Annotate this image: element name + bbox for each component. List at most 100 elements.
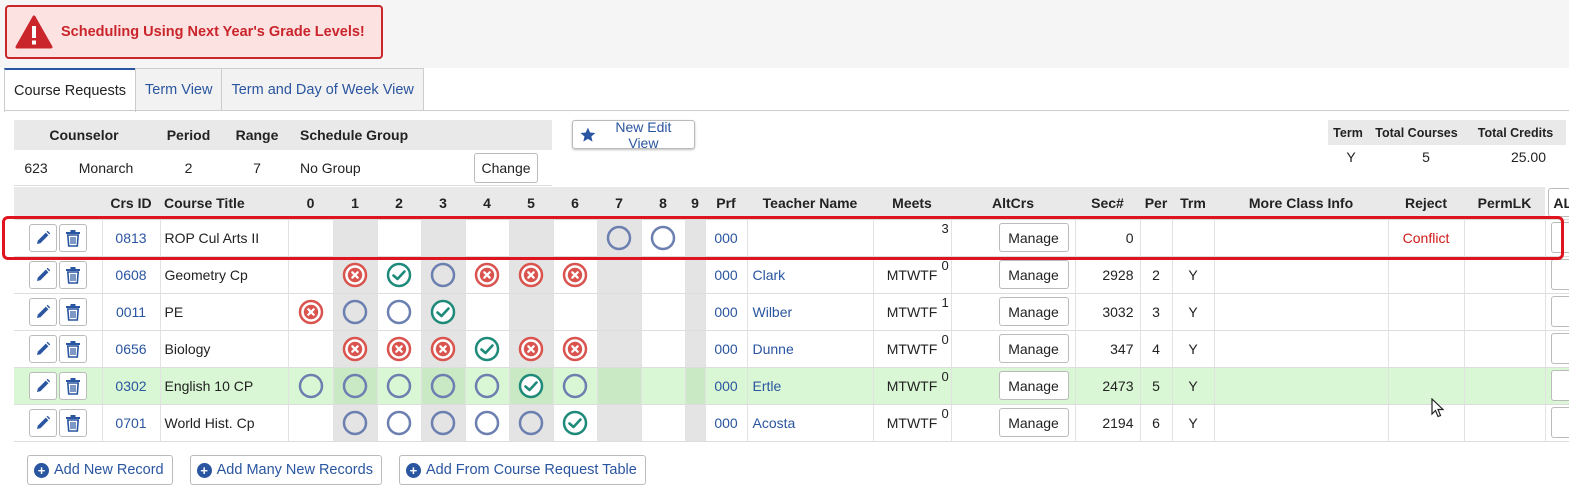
crs-id-link[interactable]: 0011: [102, 293, 161, 331]
open-circle-icon[interactable]: [474, 373, 500, 399]
row-select-box[interactable]: [1551, 296, 1569, 327]
check-circle-icon[interactable]: [474, 336, 500, 362]
x-circle-icon[interactable]: [342, 336, 368, 362]
x-circle-icon[interactable]: [430, 336, 456, 362]
permlk-header: PermLK: [1464, 187, 1545, 220]
edit-button[interactable]: [28, 260, 57, 289]
delete-button[interactable]: [58, 371, 87, 400]
delete-button[interactable]: [58, 297, 87, 326]
prf-link[interactable]: 000: [705, 367, 748, 405]
period-5-slot: [509, 330, 554, 368]
open-circle-icon[interactable]: [342, 299, 368, 325]
period-9-header: 9: [685, 187, 705, 220]
select-all-button[interactable]: ALL: [1548, 188, 1569, 218]
edit-button[interactable]: [28, 334, 57, 363]
open-circle-icon[interactable]: [474, 410, 500, 436]
course-title: ROP Cul Arts II: [160, 219, 289, 257]
row-actions: [14, 293, 103, 331]
period-9-slot: [685, 367, 706, 405]
teacher-name-link[interactable]: Clark: [747, 256, 874, 294]
edit-button[interactable]: [28, 371, 57, 400]
teacher-name-link[interactable]: Dunne: [747, 330, 874, 368]
row-select-box[interactable]: [1551, 370, 1569, 401]
prf-link[interactable]: 000: [705, 404, 748, 442]
x-circle-icon[interactable]: [298, 299, 324, 325]
open-circle-icon[interactable]: [562, 373, 588, 399]
x-circle-icon[interactable]: [562, 336, 588, 362]
open-circle-icon[interactable]: [298, 373, 324, 399]
edit-button[interactable]: [28, 297, 57, 326]
open-circle-icon[interactable]: [430, 410, 456, 436]
manage-button[interactable]: Manage: [998, 408, 1069, 437]
x-circle-icon[interactable]: [518, 262, 544, 288]
edit-button[interactable]: [28, 223, 57, 252]
row-select-box[interactable]: [1551, 259, 1569, 290]
x-circle-icon[interactable]: [386, 336, 412, 362]
delete-button[interactable]: [58, 223, 87, 252]
total-courses-header: Total Courses: [1375, 125, 1458, 140]
check-circle-icon[interactable]: [430, 299, 456, 325]
delete-button[interactable]: [58, 408, 87, 437]
manage-button[interactable]: Manage: [998, 297, 1069, 326]
delete-button[interactable]: [58, 334, 87, 363]
row-select-box[interactable]: [1551, 222, 1569, 253]
crs-id-link[interactable]: 0302: [102, 367, 161, 405]
teacher-name-link[interactable]: [747, 219, 874, 257]
teacher-name-link[interactable]: Ertle: [747, 367, 874, 405]
manage-button[interactable]: Manage: [998, 334, 1069, 363]
crs-id-link[interactable]: 0813: [102, 219, 161, 257]
crs-id-link[interactable]: 0701: [102, 404, 161, 442]
x-circle-icon[interactable]: [342, 262, 368, 288]
tab-term-view[interactable]: Term View: [135, 68, 223, 111]
manage-button[interactable]: Manage: [998, 260, 1069, 289]
add-many-new-records-label: Add Many New Records: [216, 462, 373, 478]
tab-course-requests[interactable]: Course Requests: [4, 68, 137, 112]
counselor-name: Monarch: [78, 159, 134, 176]
x-circle-icon[interactable]: [562, 262, 588, 288]
prf-link[interactable]: 000: [705, 330, 748, 368]
alert-message: Scheduling Using Next Year's Grade Level…: [61, 24, 365, 40]
delete-button[interactable]: [58, 260, 87, 289]
prf-link[interactable]: 000: [705, 219, 748, 257]
add-from-course-request-table-button[interactable]: + Add From Course Request Table: [398, 455, 646, 485]
open-circle-icon[interactable]: [518, 410, 544, 436]
prf-link[interactable]: 000: [705, 256, 748, 294]
crs-id-link[interactable]: 0656: [102, 330, 161, 368]
add-new-record-button[interactable]: + Add New Record: [27, 455, 173, 485]
x-circle-icon[interactable]: [474, 262, 500, 288]
teacher-name-link[interactable]: Acosta: [747, 404, 874, 442]
crs-id-link[interactable]: 0608: [102, 256, 161, 294]
open-circle-icon[interactable]: [386, 299, 412, 325]
add-new-record-label: Add New Record: [54, 462, 164, 478]
permlk-value: [1464, 219, 1546, 257]
period-4-header: 4: [465, 187, 509, 220]
manage-button[interactable]: Manage: [998, 223, 1069, 252]
total-credits-header: Total Credits: [1477, 125, 1554, 140]
tab-term-day-of-week-view[interactable]: Term and Day of Week View: [221, 68, 424, 111]
open-circle-icon[interactable]: [342, 410, 368, 436]
new-edit-view-button[interactable]: New Edit View: [572, 119, 695, 151]
check-circle-icon[interactable]: [562, 410, 588, 436]
check-circle-icon[interactable]: [386, 262, 412, 288]
open-circle-icon[interactable]: [430, 373, 456, 399]
add-many-new-records-button[interactable]: + Add Many New Records: [189, 455, 382, 485]
row-select-box[interactable]: [1551, 407, 1569, 438]
edit-button[interactable]: [28, 408, 57, 437]
teacher-name-link[interactable]: Wilber: [747, 293, 874, 331]
section-number: 2928: [1075, 256, 1141, 294]
trash-icon: [65, 303, 80, 321]
prf-link[interactable]: 000: [705, 293, 748, 331]
manage-button[interactable]: Manage: [998, 371, 1069, 400]
open-circle-icon[interactable]: [386, 373, 412, 399]
per-header: Per: [1140, 187, 1172, 220]
open-circle-icon[interactable]: [430, 262, 456, 288]
x-circle-icon[interactable]: [518, 336, 544, 362]
open-circle-icon[interactable]: [386, 410, 412, 436]
check-circle-icon[interactable]: [518, 373, 544, 399]
open-circle-icon[interactable]: [606, 225, 632, 251]
row-select-box[interactable]: [1551, 333, 1569, 364]
change-button[interactable]: Change: [474, 152, 538, 183]
open-circle-icon[interactable]: [650, 225, 676, 251]
open-circle-icon[interactable]: [342, 373, 368, 399]
more-class-info: [1214, 219, 1389, 257]
